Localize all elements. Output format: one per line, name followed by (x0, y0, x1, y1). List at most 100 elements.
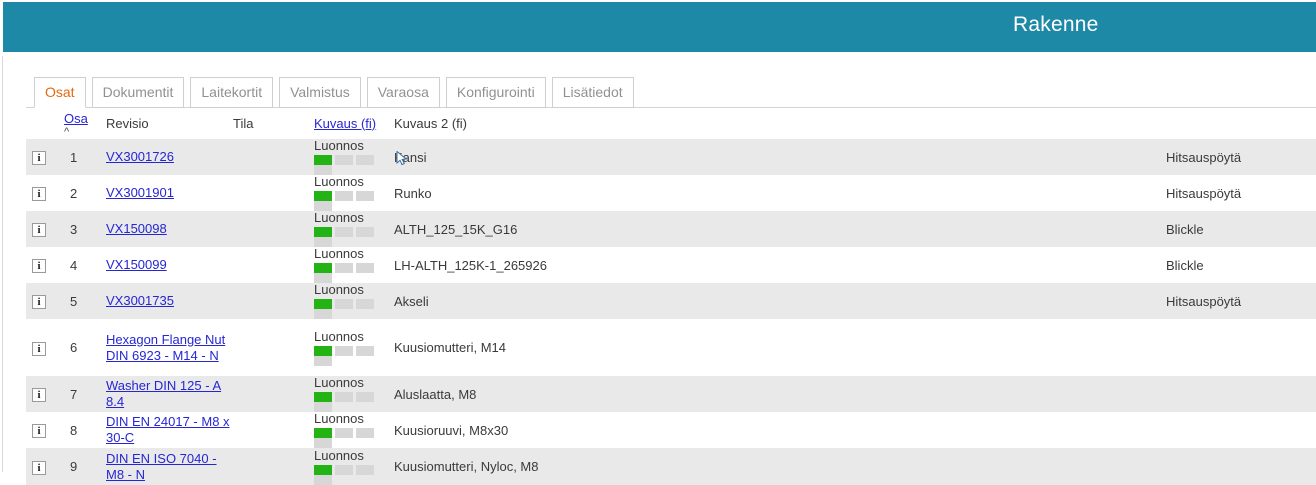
revisio-value (233, 247, 314, 283)
kuvaus-value: Runko (394, 175, 1166, 211)
table-row: i 1 VX3001726 Luonnos Kansi Hitsauspöytä (26, 139, 1316, 175)
revisio-value (233, 376, 314, 412)
table-row: i 8 DIN EN 24017 - M8 x 30-C Luonnos Kuu… (26, 412, 1316, 448)
column-header-osa: Osa ^ (64, 108, 106, 139)
column-header-info (26, 108, 64, 139)
tunnus-link[interactable]: VX3001901 (106, 185, 174, 200)
tab-laitekortit[interactable]: Laitekortit (190, 77, 273, 108)
kuvaus2-value (1166, 319, 1316, 376)
tab-valmistus[interactable]: Valmistus (279, 77, 361, 108)
table-header-row: Osa ^ Revisio Tila Kuvaus (fi) Kuvaus 2 … (26, 108, 1316, 139)
sort-link-kuvaus[interactable]: Kuvaus (fi) (314, 116, 376, 131)
row-number: 4 (64, 247, 106, 283)
status-progress-bar (314, 227, 394, 247)
column-header-revisio: Revisio (106, 108, 233, 139)
kuvaus-value: Kansi (394, 139, 1166, 175)
status-label: Luonnos (314, 412, 394, 425)
table-row: i 6 Hexagon Flange Nut DIN 6923 - M14 - … (26, 319, 1316, 376)
info-icon[interactable]: i (32, 151, 46, 165)
revisio-value (233, 412, 314, 448)
status-progress-bar (314, 346, 394, 366)
sort-link-osa[interactable]: Osa (64, 111, 88, 126)
kuvaus2-value (1166, 376, 1316, 412)
mouse-cursor-icon (396, 151, 408, 166)
status-progress-bar (314, 392, 394, 412)
tunnus-link[interactable]: VX150099 (106, 257, 167, 272)
kuvaus2-value (1166, 448, 1316, 485)
kuvaus-value: Aluslaatta, M8 (394, 376, 1166, 412)
tunnus-link[interactable]: Washer DIN 125 - A 8.4 (106, 378, 221, 409)
tila-cell: Luonnos (314, 247, 394, 283)
info-icon[interactable]: i (32, 461, 46, 475)
tunnus-link[interactable]: DIN EN ISO 7040 - M8 - N (106, 451, 217, 482)
status-label: Luonnos (314, 283, 394, 296)
row-number: 2 (64, 175, 106, 211)
content-panel: Osat Dokumentit Laitekortit Valmistus Va… (2, 56, 1316, 472)
kuvaus2-value: Blickle (1166, 247, 1316, 283)
status-label: Luonnos (314, 330, 394, 343)
tab-osat[interactable]: Osat (34, 77, 86, 108)
info-icon[interactable]: i (32, 342, 46, 356)
status-progress-bar (314, 191, 394, 211)
row-number: 6 (64, 319, 106, 376)
tab-lisatiedot[interactable]: Lisätiedot (552, 77, 634, 108)
status-progress-bar (314, 155, 394, 175)
info-icon[interactable]: i (32, 388, 46, 402)
status-progress-bar (314, 428, 394, 448)
tila-cell: Luonnos (314, 448, 394, 485)
revisio-value (233, 139, 314, 175)
table-row: i 5 VX3001735 Luonnos Akseli Hitsauspöyt… (26, 283, 1316, 319)
column-header-kuvaus2: Kuvaus 2 (fi) (394, 108, 1166, 139)
page-title: Rakenne (1013, 13, 1098, 37)
tila-cell: Luonnos (314, 175, 394, 211)
tunnus-link[interactable]: VX150098 (106, 221, 167, 236)
row-number: 8 (64, 412, 106, 448)
info-icon[interactable]: i (32, 223, 46, 237)
kuvaus2-value: Blickle (1166, 211, 1316, 247)
status-label: Luonnos (314, 449, 394, 462)
status-progress-bar (314, 465, 394, 485)
table-row: i 2 VX3001901 Luonnos Runko Hitsauspöytä (26, 175, 1316, 211)
tunnus-link[interactable]: VX3001726 (106, 149, 174, 164)
tab-konfigurointi[interactable]: Konfigurointi (446, 77, 546, 108)
kuvaus-value: Kuusiomutteri, Nyloc, M8 (394, 448, 1166, 485)
tunnus-link[interactable]: VX3001735 (106, 293, 174, 308)
revisio-value (233, 448, 314, 485)
column-header-tila: Tila (233, 108, 314, 139)
kuvaus2-value (1166, 412, 1316, 448)
kuvaus-value: LH-ALTH_125K-1_265926 (394, 247, 1166, 283)
kuvaus2-value: Hitsauspöytä (1166, 175, 1316, 211)
row-number: 5 (64, 283, 106, 319)
kuvaus2-value: Hitsauspöytä (1166, 283, 1316, 319)
table-row: i 3 VX150098 Luonnos ALTH_125_15K_G16 Bl… (26, 211, 1316, 247)
row-number: 7 (64, 376, 106, 412)
revisio-value (233, 283, 314, 319)
tila-cell: Luonnos (314, 139, 394, 175)
status-label: Luonnos (314, 139, 394, 152)
tila-cell: Luonnos (314, 376, 394, 412)
row-number: 1 (64, 139, 106, 175)
kuvaus-value: Akseli (394, 283, 1166, 319)
tunnus-link[interactable]: DIN EN 24017 - M8 x 30-C (106, 414, 230, 445)
tunnus-link[interactable]: Hexagon Flange Nut DIN 6923 - M14 - N (106, 332, 225, 363)
row-number: 3 (64, 211, 106, 247)
sort-ascending-icon: ^ (64, 129, 106, 136)
kuvaus-value: Kuusioruuvi, M8x30 (394, 412, 1166, 448)
tila-cell: Luonnos (314, 319, 394, 376)
table-row: i 4 VX150099 Luonnos LH-ALTH_125K-1_2659… (26, 247, 1316, 283)
revisio-value (233, 211, 314, 247)
tab-varaosa[interactable]: Varaosa (367, 77, 440, 108)
table-row: i 7 Washer DIN 125 - A 8.4 Luonnos Alusl… (26, 376, 1316, 412)
tab-dokumentit[interactable]: Dokumentit (92, 77, 185, 108)
tila-cell: Luonnos (314, 211, 394, 247)
info-icon[interactable]: i (32, 295, 46, 309)
info-icon[interactable]: i (32, 259, 46, 273)
revisio-value (233, 319, 314, 376)
table-row: i 9 DIN EN ISO 7040 - M8 - N Luonnos Kuu… (26, 448, 1316, 485)
kuvaus2-value: Hitsauspöytä (1166, 139, 1316, 175)
tila-cell: Luonnos (314, 412, 394, 448)
info-icon[interactable]: i (32, 424, 46, 438)
status-progress-bar (314, 263, 394, 283)
revisio-value (233, 175, 314, 211)
info-icon[interactable]: i (32, 187, 46, 201)
